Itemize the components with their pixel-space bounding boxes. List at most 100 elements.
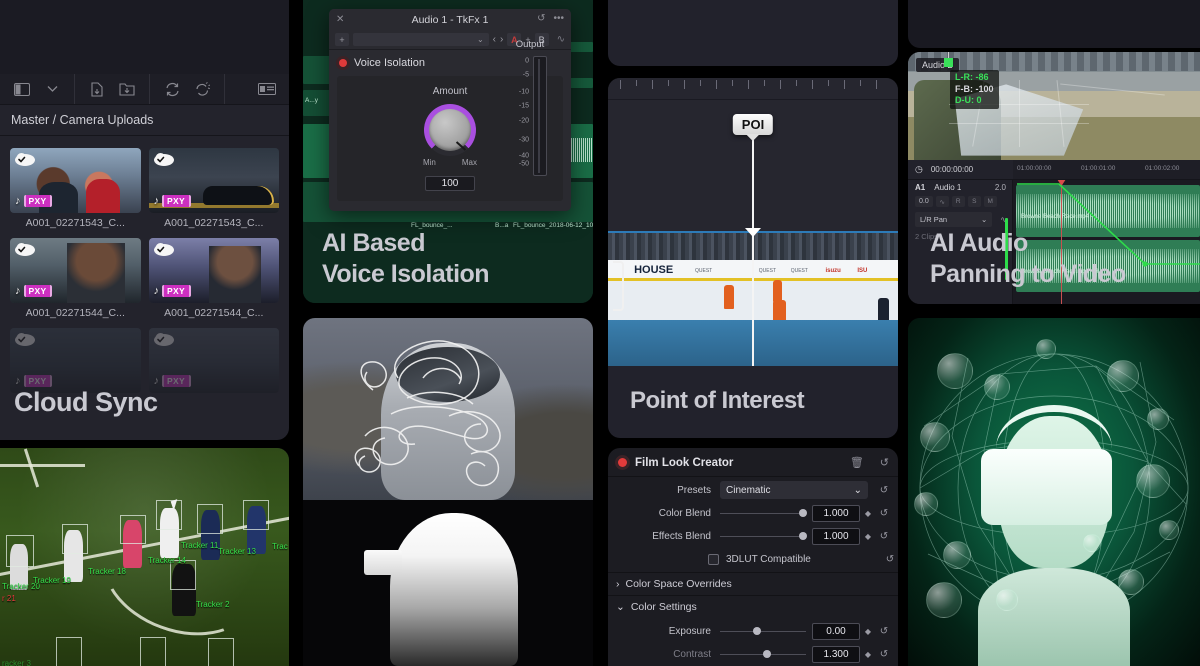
tracker-box[interactable] — [243, 500, 269, 530]
effects-blend-value[interactable]: 1.000 — [812, 527, 860, 545]
video-preview[interactable]: Audio 2 L-R: -86 F-B: -100 D-U: 0 — [908, 52, 1200, 160]
presets-select[interactable]: Cinematic ⌄ — [720, 481, 868, 499]
import-folder-icon[interactable] — [112, 77, 142, 101]
keyframe-icon[interactable]: ◆ — [860, 532, 876, 541]
poi-handle[interactable] — [745, 228, 761, 237]
list-view-icon[interactable] — [252, 77, 282, 101]
clip-thumbnail[interactable]: ♪ PXY — [10, 148, 141, 213]
exposure-value[interactable]: 0.00 — [812, 622, 860, 640]
preset-field[interactable]: ⌄ — [353, 33, 489, 46]
reset-icon[interactable]: ↺ — [876, 626, 892, 637]
reset-icon[interactable]: ↺ — [876, 485, 892, 496]
toolbar-group-import — [75, 74, 150, 104]
audio-clip-name: FL_bounce_2018-06-12_10 — [513, 222, 593, 229]
list-item[interactable]: ♪ PXY A001_02271543_C... — [148, 148, 279, 229]
breadcrumb[interactable]: Master / Camera Uploads — [0, 105, 289, 136]
clip-thumbnail[interactable]: ♪ PXY — [10, 238, 141, 303]
list-item[interactable]: ♪ PXY A001_02271544_C... — [148, 238, 279, 319]
poi-canvas[interactable]: POI HOUSE QUEST QUEST QUEST isuzu ISU — [608, 100, 898, 366]
knob-max-label: Max — [461, 158, 477, 167]
record-arm-button[interactable]: R — [951, 196, 965, 207]
pan-automation-curve[interactable] — [1013, 180, 1200, 304]
reset-icon[interactable]: ↺ — [876, 531, 892, 542]
solo-button[interactable]: S — [967, 196, 981, 207]
waveform-icon[interactable]: ∿ — [935, 196, 949, 207]
audio-clip-name: A...y — [305, 97, 319, 104]
knob-min-label: Min — [422, 158, 436, 167]
contrast-slider[interactable] — [720, 645, 806, 663]
soccer-pitch-image: Tracker 20 r 21 Tracker 19 Tracker 18 Tr… — [0, 448, 289, 666]
timecode-display[interactable]: 00:00:00:00 — [931, 165, 973, 174]
mute-button[interactable]: M — [983, 196, 997, 207]
color-blend-slider[interactable] — [720, 504, 807, 522]
film-look-creator-panel: Film Look Creator 🗑 ↺ Presets Cinematic … — [608, 448, 898, 666]
keyframe-icon[interactable]: ◆ — [860, 509, 876, 518]
tracker-box[interactable] — [208, 638, 234, 666]
amount-knob[interactable] — [424, 104, 476, 156]
poi-marker[interactable]: POI — [732, 114, 774, 135]
color-blend-value[interactable]: 1.000 — [812, 504, 860, 522]
chevron-down-icon: ⌄ — [616, 601, 625, 613]
vr-user-body — [978, 568, 1130, 666]
chevron-down-icon[interactable] — [37, 77, 67, 101]
cloud-sync-icon — [153, 151, 175, 167]
tracker-box[interactable] — [6, 535, 34, 567]
effects-blend-slider[interactable] — [720, 527, 807, 545]
ruler-tick: 01:00:02:00 — [1145, 165, 1180, 172]
hockey-player — [724, 284, 734, 309]
track-controls: 0.0 ∿ R S M — [908, 192, 1012, 207]
hockey-player — [773, 280, 783, 303]
clip-thumbnail[interactable]: ♪ PXY — [148, 328, 279, 393]
more-options-icon[interactable]: ••• — [553, 13, 564, 24]
amount-value-field[interactable]: 100 — [425, 176, 475, 191]
clip-thumbnail[interactable]: ♪ PXY — [10, 328, 141, 393]
proxy-badge: PXY — [23, 195, 53, 207]
3dlut-compatible-checkbox[interactable] — [708, 553, 719, 565]
clip-thumbnail[interactable]: ♪ PXY — [148, 238, 279, 303]
sync-icon[interactable] — [157, 77, 187, 101]
pan-mode-select[interactable]: L/R Pan ⌄ — [915, 212, 993, 227]
track-name[interactable]: Audio 1 — [934, 183, 961, 192]
effect-enable-toggle[interactable] — [339, 59, 347, 67]
list-item[interactable]: ♪ PXY A001_02271543_C... — [10, 148, 141, 229]
fader-value[interactable]: 0.0 — [915, 196, 933, 207]
timeline-ruler[interactable]: 01:00:00:00 01:00:01:00 01:00:02:00 — [1013, 160, 1200, 179]
reset-icon[interactable]: ↺ — [880, 456, 889, 469]
tracker-box[interactable] — [140, 637, 166, 666]
sidebar-toggle-icon[interactable] — [7, 77, 37, 101]
section-color-space-overrides[interactable]: › Color Space Overrides — [608, 572, 898, 595]
reset-icon[interactable]: ↺ — [882, 554, 898, 565]
prev-icon[interactable]: ‹ — [493, 34, 496, 45]
audio-note-icon: ♪ — [15, 374, 21, 387]
tracker-box[interactable] — [56, 637, 82, 666]
audio-clips-area[interactable]: Browne Beach Race.mp4 - L Browne Beach R… — [1013, 180, 1200, 304]
poi-ruler[interactable] — [608, 78, 898, 100]
reset-icon[interactable]: ↺ — [876, 649, 892, 660]
reset-icon[interactable]: ↺ — [537, 13, 545, 24]
clip-count: 2 Clips — [915, 232, 938, 241]
close-icon[interactable]: ✕ — [336, 14, 344, 25]
curve-icon[interactable]: ∿ — [557, 34, 565, 45]
exposure-slider[interactable] — [720, 622, 806, 640]
list-item[interactable]: ♪ PXY — [10, 328, 141, 393]
list-item[interactable]: ♪ PXY — [148, 328, 279, 393]
tracker-box[interactable] — [62, 524, 88, 554]
tracker-box[interactable] — [197, 504, 223, 534]
clip-thumbnail[interactable]: ♪ PXY — [148, 148, 279, 213]
effect-enable-toggle[interactable] — [618, 458, 627, 467]
contrast-value[interactable]: 1.300 — [812, 645, 860, 663]
section-color-settings[interactable]: ⌄ Color Settings — [608, 595, 898, 618]
add-preset-icon[interactable]: + — [335, 33, 349, 46]
audio-note-icon: ♪ — [153, 194, 160, 207]
rink-ad: isuzu — [825, 268, 841, 275]
list-item[interactable]: ♪ PXY A001_02271544_C... — [10, 238, 141, 319]
media-pool-panel: Master / Camera Uploads ♪ PXY A001_02271… — [0, 0, 289, 440]
unlink-icon[interactable] — [187, 77, 217, 101]
reset-icon[interactable]: ↺ — [876, 508, 892, 519]
pan-position-handle[interactable] — [944, 58, 953, 67]
keyframe-icon[interactable]: ◆ — [860, 627, 876, 636]
keyframe-icon[interactable]: ◆ — [860, 650, 876, 659]
import-media-icon[interactable] — [82, 77, 112, 101]
tracker-box[interactable] — [120, 515, 146, 544]
trash-icon[interactable]: 🗑 — [850, 456, 864, 469]
